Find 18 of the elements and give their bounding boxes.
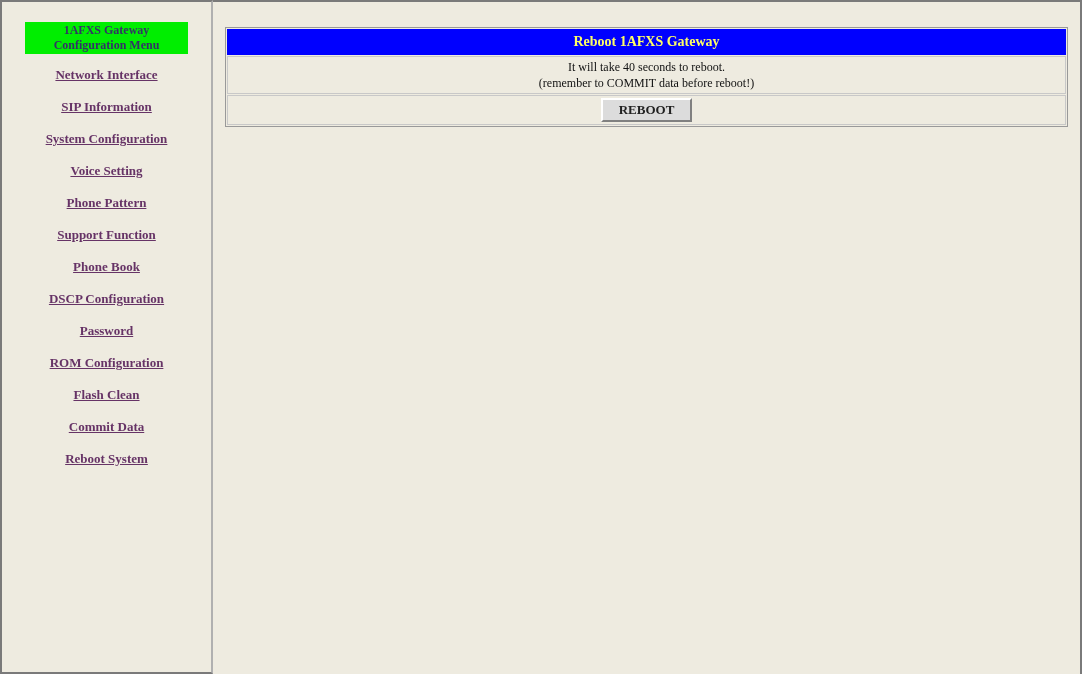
panel-title: Reboot 1AFXS Gateway [227, 29, 1066, 55]
reboot-note: (remember to COMMIT data before reboot!) [538, 75, 755, 91]
reboot-button[interactable]: REBOOT [600, 98, 693, 122]
menu-link[interactable]: System Configuration [31, 131, 182, 147]
menu-link[interactable]: SIP Information [31, 99, 182, 115]
menu-link[interactable]: ROM Configuration [31, 355, 182, 371]
menu-link[interactable]: Voice Setting [31, 163, 182, 179]
reboot-note: It will take 40 seconds to reboot. [568, 59, 725, 75]
menu-link[interactable]: DSCP Configuration [31, 291, 182, 307]
menu-link[interactable]: Phone Pattern [31, 195, 182, 211]
menu-link[interactable]: Password [31, 323, 182, 339]
menu-link[interactable]: Flash Clean [31, 387, 182, 403]
menu-link[interactable]: Network Interface [31, 67, 182, 83]
menu-link[interactable]: Reboot System [31, 451, 182, 467]
menu-title: 1AFXS Gateway Configuration Menu [25, 22, 188, 54]
menu-link[interactable]: Support Function [31, 227, 182, 243]
menu-link[interactable]: Commit Data [31, 419, 182, 435]
menu-link[interactable]: Phone Book [31, 259, 182, 275]
